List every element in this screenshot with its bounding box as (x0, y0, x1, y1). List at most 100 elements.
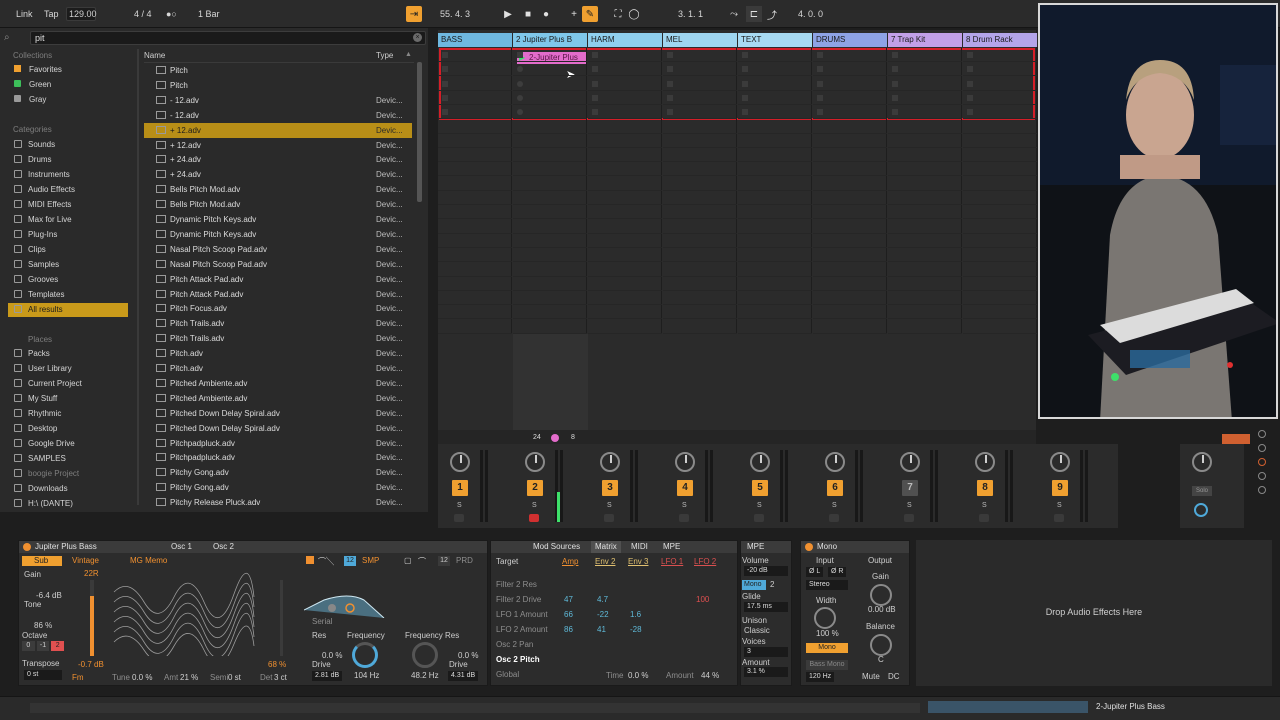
track-activator[interactable]: 7 (902, 480, 918, 496)
clip-slot[interactable] (963, 105, 1037, 120)
clip-slot[interactable] (663, 305, 737, 320)
file-row[interactable]: Pitch Focus.adv Devic... (144, 301, 412, 316)
clip-slot[interactable] (663, 320, 737, 334)
clip-slot[interactable] (813, 191, 887, 205)
clip-slot[interactable] (738, 105, 812, 120)
amt-value[interactable]: 21 % (180, 673, 198, 682)
file-row[interactable]: Pitchy Gong.adv Devic... (144, 465, 412, 480)
pan-knob[interactable] (900, 452, 920, 472)
clip-slot[interactable] (588, 105, 662, 120)
clip-slot[interactable] (813, 62, 887, 77)
solo-button[interactable]: S (607, 502, 612, 509)
voices-value[interactable]: 3 (744, 647, 788, 657)
clip-slot[interactable] (888, 205, 962, 220)
place-item[interactable]: Google Drive (14, 437, 128, 451)
clip-slot[interactable] (513, 77, 587, 91)
mod-target-label[interactable]: Osc 2 Pan (496, 640, 533, 649)
mod-cell[interactable]: 47 (564, 595, 573, 604)
clip-slot[interactable] (588, 248, 662, 263)
solo-button[interactable]: S (457, 502, 462, 509)
clip-slot[interactable] (888, 91, 962, 105)
clip-slot[interactable] (588, 291, 662, 306)
clip-slot[interactable] (663, 105, 737, 120)
file-row[interactable]: Pitched Down Delay Spiral.adv Devic... (144, 421, 412, 436)
clip-slot[interactable] (588, 220, 662, 234)
clip-slot[interactable] (663, 234, 737, 248)
clip-slot[interactable] (738, 320, 812, 334)
clip-slot[interactable] (513, 177, 587, 191)
track-header[interactable]: DRUMS (813, 33, 888, 47)
clip-slot[interactable] (738, 220, 812, 234)
quantize-select[interactable]: 1 Bar (198, 7, 220, 21)
clip-slot[interactable] (588, 91, 662, 105)
mod-target-label[interactable]: Global (496, 670, 519, 679)
clip-slot[interactable] (963, 234, 1037, 248)
clip-slot[interactable] (588, 148, 662, 163)
clip-slot[interactable] (438, 248, 512, 263)
solo-button[interactable]: S (682, 502, 687, 509)
file-row[interactable]: Pitch.adv Devic... (144, 361, 412, 376)
track-header[interactable]: 8 Drum Rack (963, 33, 1038, 47)
automation-arm-icon[interactable]: ✎ (582, 6, 598, 22)
unison-mode[interactable]: Classic (744, 626, 770, 635)
channel-mode[interactable]: Stereo (806, 580, 848, 590)
tempo-field[interactable]: 129.00 (66, 7, 97, 21)
track-activator[interactable]: 1 (452, 480, 468, 496)
clip-slot[interactable] (513, 91, 587, 105)
gain-knob[interactable] (870, 584, 892, 606)
clip-slot[interactable] (963, 205, 1037, 220)
clip-slot[interactable] (588, 263, 662, 277)
clip-slot[interactable] (663, 263, 737, 277)
clip-slot[interactable] (588, 177, 662, 191)
utility-title[interactable]: Mono (817, 542, 837, 551)
clip-slot[interactable] (888, 320, 962, 334)
solo-button[interactable]: S (982, 502, 987, 509)
file-row[interactable]: Pitched Down Delay Spiral.adv Devic... (144, 406, 412, 421)
mod-target-label[interactable]: Osc 2 Pitch (496, 655, 540, 664)
mod-cell[interactable]: 1.6 (630, 610, 641, 619)
track-activator[interactable]: 6 (827, 480, 843, 496)
mod-source-header[interactable]: Env 3 (628, 557, 648, 566)
filter2-type-icon[interactable]: ⌒ (418, 556, 426, 567)
arm-icon[interactable] (754, 514, 764, 522)
clip-slot[interactable] (513, 234, 587, 248)
collection-item[interactable]: Favorites (14, 63, 128, 77)
clip-slot[interactable] (513, 205, 587, 220)
clip-slot[interactable] (813, 248, 887, 263)
category-item[interactable]: Templates (14, 288, 128, 302)
clip-slot[interactable] (513, 191, 587, 205)
clip-slot[interactable] (738, 62, 812, 77)
clip-slot[interactable] (438, 234, 512, 248)
file-row[interactable]: Pitch Attack Pad.adv Devic... (144, 287, 412, 302)
freq-knob[interactable] (352, 642, 378, 668)
place-item[interactable]: SAMPLES (14, 452, 128, 466)
transpose-value[interactable]: 0 st (24, 670, 62, 680)
clip-slot[interactable] (588, 305, 662, 320)
place-item[interactable]: User Library (14, 362, 128, 376)
clip-slot[interactable] (438, 263, 512, 277)
file-row[interactable]: - 12.adv Devic... (144, 108, 412, 123)
file-row[interactable]: Pitched Ambiente.adv Devic... (144, 376, 412, 391)
arm-icon[interactable] (904, 514, 914, 522)
view-toggles[interactable] (1258, 430, 1268, 520)
clip-slot[interactable] (438, 134, 512, 148)
file-row[interactable]: Nasal Pitch Scoop Pad.adv Devic... (144, 242, 412, 257)
clip-slot[interactable] (888, 291, 962, 306)
clip-slot[interactable] (513, 105, 587, 120)
clip-slot[interactable] (888, 263, 962, 277)
clip-slot[interactable] (963, 91, 1037, 105)
amount-value[interactable]: 44 % (701, 671, 719, 680)
link-button[interactable]: Link (16, 7, 33, 21)
file-row[interactable]: Pitch (144, 63, 412, 78)
file-row[interactable]: Pitched Ambiente.adv Devic... (144, 391, 412, 406)
width-knob[interactable] (814, 607, 836, 629)
follow-icon[interactable]: ⇥ (406, 6, 422, 22)
clip-slot[interactable] (888, 162, 962, 177)
osc2-tab[interactable]: Osc 2 (213, 541, 234, 553)
tap-button[interactable]: Tap (44, 7, 59, 21)
clip-slot[interactable] (663, 277, 737, 291)
arm-icon[interactable] (1054, 514, 1064, 522)
mod-target-label[interactable]: LFO 1 Amount (496, 610, 548, 619)
track-header[interactable]: BASS (438, 33, 513, 47)
clip-slot[interactable] (813, 177, 887, 191)
